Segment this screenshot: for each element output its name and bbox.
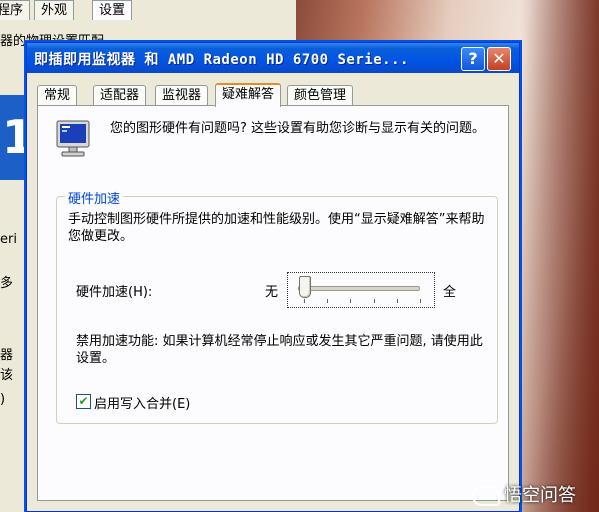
- hardware-acceleration-label: 硬件加速(H):: [76, 285, 153, 300]
- write-combining-label: 启用写入合并(E): [94, 397, 191, 412]
- slider-tick: [420, 299, 421, 303]
- background-fragment: 该: [0, 368, 14, 383]
- background-fragment: 器: [0, 348, 14, 363]
- slider-track[interactable]: [298, 286, 420, 291]
- watermark: 悟空问答: [472, 481, 576, 507]
- display-properties-dialog: 即插即用监视器 和 AMD Radeon HD 6700 Serie... ? …: [26, 42, 520, 512]
- tab-general[interactable]: 常规: [37, 85, 78, 106]
- tab-adapter[interactable]: 适配器: [93, 85, 147, 106]
- slider-tick: [373, 299, 375, 303]
- tab-troubleshoot[interactable]: 疑难解答: [215, 83, 282, 107]
- disable-acceleration-warning: 禁用加速功能: 如果计算机经常停止响应或发生其它严重问题, 请使用此设置。: [76, 334, 483, 366]
- background-tabs: 程序 外观 设置: [0, 0, 296, 20]
- acceleration-description: 手动控制图形硬件所提供的加速和性能级别。使用“显示疑难解答”来帮助您做更改。: [68, 212, 485, 244]
- tab-monitor[interactable]: 监视器: [155, 85, 209, 106]
- hardware-acceleration-group: 硬件加速 手动控制图形硬件所提供的加速和性能级别。使用“显示疑难解答”来帮助您做…: [56, 188, 498, 424]
- slider-ticks: [304, 299, 421, 303]
- watermark-text: 悟空问答: [504, 485, 576, 506]
- background-fragment: eri: [0, 232, 17, 247]
- slider-thumb[interactable]: [299, 276, 311, 298]
- background-fragment: ): [0, 392, 6, 407]
- intro-text: 您的图形硬件有问题吗? 这些设置有助您诊断与显示有关的问题。: [110, 121, 486, 136]
- write-combining-checkbox[interactable]: ✔: [76, 394, 91, 409]
- slider-tick: [327, 299, 329, 303]
- background-tab-programs[interactable]: 程序: [0, 0, 31, 20]
- slider-tick: [396, 299, 398, 303]
- slider-min-label: 无: [265, 285, 279, 300]
- monitor-icon: [56, 120, 90, 157]
- background-tab-settings[interactable]: 设置: [92, 0, 133, 20]
- window-title: 即插即用监视器 和 AMD Radeon HD 6700 Serie...: [34, 52, 409, 68]
- title-bar[interactable]: 即插即用监视器 和 AMD Radeon HD 6700 Serie... ? …: [27, 43, 519, 73]
- slider-tick: [350, 299, 352, 303]
- background-tab-appearance[interactable]: 外观: [34, 0, 75, 20]
- close-button[interactable]: ✕: [487, 47, 511, 71]
- background-monitor-number: 1: [0, 95, 34, 180]
- help-button[interactable]: ?: [461, 47, 485, 71]
- background-fragment: 多: [0, 276, 14, 291]
- troubleshoot-panel: 您的图形硬件有问题吗? 这些设置有助您诊断与显示有关的问题。 硬件加速 手动控制…: [37, 105, 509, 501]
- speech-bubble-icon: [472, 486, 500, 506]
- hardware-acceleration-slider[interactable]: [287, 272, 435, 308]
- tab-color-management[interactable]: 颜色管理: [287, 85, 354, 106]
- slider-tick: [304, 299, 305, 303]
- slider-max-label: 全: [443, 285, 457, 300]
- group-title: 硬件加速: [65, 188, 124, 207]
- background-photo-hair: [520, 0, 599, 512]
